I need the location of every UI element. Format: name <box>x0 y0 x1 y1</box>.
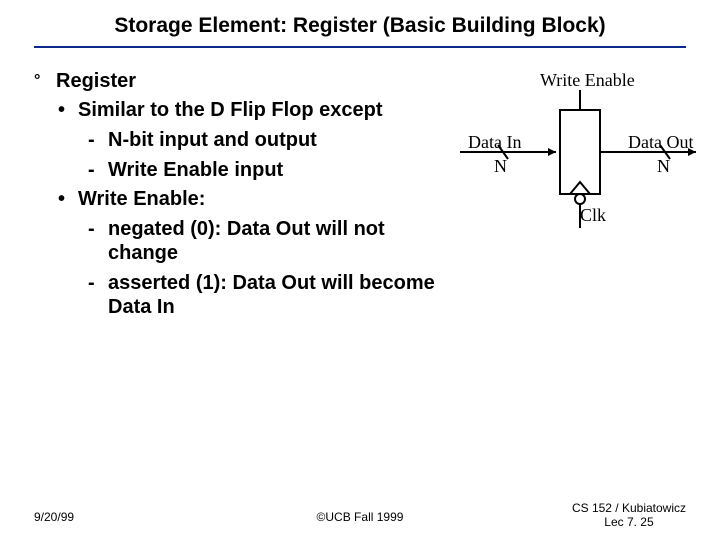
degree-icon: ° <box>34 72 40 90</box>
bullet-negated: negated (0): Data Out will not change <box>34 217 444 265</box>
bullet-welabel: Write Enable: <box>34 188 444 211</box>
slide-title: Storage Element: Register (Basic Buildin… <box>0 14 720 38</box>
footer-right-line1: CS 152 / Kubiatowicz <box>572 501 686 515</box>
bullet-negated-text: negated (0): Data Out will not change <box>108 218 385 264</box>
label-n-right: N <box>657 156 670 177</box>
title-underline <box>34 46 686 48</box>
slide: Storage Element: Register (Basic Buildin… <box>0 0 720 540</box>
bullet-nbit: N-bit input and output <box>34 128 444 152</box>
content-area: ° Register Similar to the D Flip Flop ex… <box>34 70 444 325</box>
bullet-weinput: Write Enable input <box>34 158 444 182</box>
bullet-asserted: asserted (1): Data Out will become Data … <box>34 271 444 319</box>
bullet-similar: Similar to the D Flip Flop except <box>34 99 444 122</box>
bullet-register: ° Register <box>34 70 444 93</box>
bullet-nbit-text: N-bit input and output <box>108 129 317 151</box>
register-diagram: Write Enable Data In Data Out N N Clk <box>460 70 700 270</box>
label-data-in: Data In <box>468 132 521 153</box>
data-in-arrow <box>548 148 556 156</box>
label-n-left: N <box>494 156 507 177</box>
footer-right: CS 152 / Kubiatowicz Lec 7. 25 <box>572 502 686 530</box>
bullet-welabel-text: Write Enable: <box>78 188 205 210</box>
bullet-register-text: Register <box>56 70 136 92</box>
label-clk: Clk <box>580 205 606 226</box>
label-write-enable: Write Enable <box>540 70 635 91</box>
bullet-asserted-text: asserted (1): Data Out will become Data … <box>108 272 435 318</box>
footer-right-line2: Lec 7. 25 <box>604 515 653 529</box>
clock-triangle <box>570 182 590 194</box>
bullet-similar-text: Similar to the D Flip Flop except <box>78 99 382 121</box>
bullet-weinput-text: Write Enable input <box>108 159 283 181</box>
clock-bubble <box>575 194 585 204</box>
label-data-out: Data Out <box>628 132 693 153</box>
